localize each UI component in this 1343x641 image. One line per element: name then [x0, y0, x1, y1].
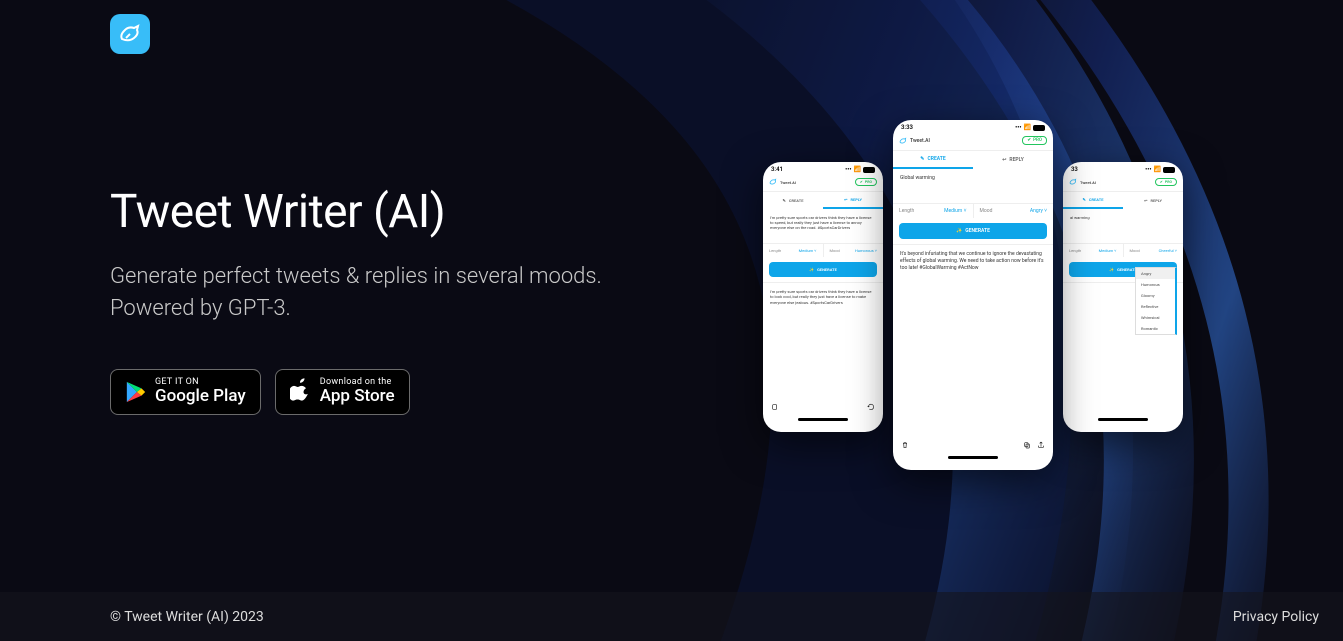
privacy-policy-link[interactable]: Privacy Policy [1233, 609, 1319, 625]
tab-create: ✎ CREATE [763, 192, 823, 209]
phone-screenshot-right: 33••• 📶 Tweet.AI ✔ PRO ✎ CREATE ↩ REPLY … [1063, 162, 1183, 432]
share-icon [1037, 441, 1045, 449]
page-title: Tweet Writer (AI) [110, 185, 602, 239]
copyright-text: © Tweet Writer (AI) 2023 [110, 609, 264, 625]
phone-mockups: 3:41••• 📶 Tweet.AI ✔ PRO ✎ CREATE ↩ REPL… [763, 120, 1183, 500]
mood-dropdown: Angry Humorous Gloomy Reflective Whimsic… [1135, 267, 1177, 335]
generate-button: ✨ GENERATE [769, 262, 877, 277]
app-logo [110, 14, 150, 54]
copy-icon [1023, 441, 1031, 449]
tweet-input: Global warming [893, 169, 1053, 203]
apple-icon [290, 377, 312, 407]
page-footer: © Tweet Writer (AI) 2023 Privacy Policy [0, 592, 1343, 641]
tweet-output: It's beyond infuriating that we continue… [893, 244, 1053, 436]
phone-screenshot-left: 3:41••• 📶 Tweet.AI ✔ PRO ✎ CREATE ↩ REPL… [763, 162, 883, 432]
page-subtitle: Generate perfect tweets & replies in sev… [110, 261, 602, 325]
delete-icon [901, 441, 909, 449]
google-play-button[interactable]: GET IT ON Google Play [110, 369, 261, 415]
copy-icon [771, 403, 779, 411]
generate-button: ✨ GENERATE [899, 223, 1047, 239]
phone-screenshot-center: 3:33••• 📶 Tweet.AI ✔ PRO ✎ CREATE ↩ REPL… [893, 120, 1053, 470]
app-store-button[interactable]: Download on the App Store [275, 369, 410, 415]
tab-create: ✎ CREATE [893, 151, 973, 169]
pro-badge: ✔ PRO [855, 178, 877, 186]
refresh-icon [867, 403, 875, 411]
mood-select: MoodAngry ˅ [974, 204, 1054, 218]
pro-badge: ✔ PRO [1022, 136, 1047, 145]
length-select: LengthMedium ˅ [893, 204, 974, 218]
google-play-icon [125, 380, 147, 404]
tab-reply: ↩ REPLY [973, 151, 1053, 169]
tab-reply: ↩ REPLY [823, 192, 883, 209]
